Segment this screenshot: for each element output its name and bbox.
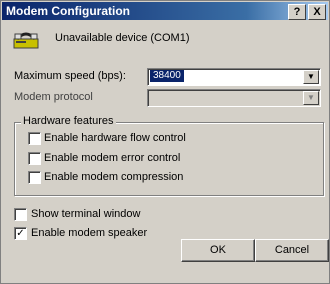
window-title: Modem Configuration <box>6 4 130 18</box>
close-button[interactable]: X <box>308 4 326 20</box>
modem-protocol-label: Modem protocol <box>14 91 93 103</box>
show-terminal-window-label: Show terminal window <box>31 208 141 220</box>
modem-protocol-select[interactable]: ▼ <box>147 89 321 107</box>
max-speed-value: 38400 <box>150 70 184 82</box>
max-speed-select[interactable]: 38400 ▼ <box>147 68 321 86</box>
chevron-down-icon[interactable]: ▼ <box>303 70 319 84</box>
modem-error-control-label: Enable modem error control <box>44 152 181 164</box>
ok-button[interactable]: OK <box>181 239 255 262</box>
help-button[interactable]: ? <box>288 4 306 20</box>
modem-compression-checkbox[interactable] <box>28 171 41 184</box>
chevron-down-icon[interactable]: ▼ <box>303 91 319 105</box>
hardware-features-title: Hardware features <box>21 115 116 127</box>
enable-modem-speaker-label: Enable modem speaker <box>31 227 148 239</box>
cancel-button[interactable]: Cancel <box>255 239 329 262</box>
device-name: Unavailable device (COM1) <box>55 32 190 44</box>
enable-modem-speaker-checkbox[interactable]: ✓ <box>14 227 27 240</box>
hardware-flow-control-checkbox[interactable] <box>28 132 41 145</box>
max-speed-label: Maximum speed (bps): <box>14 70 126 82</box>
hardware-flow-control-label: Enable hardware flow control <box>44 132 186 144</box>
show-terminal-window-checkbox[interactable] <box>14 208 27 221</box>
modem-icon <box>13 32 39 49</box>
modem-compression-label: Enable modem compression <box>44 171 184 183</box>
title-bar[interactable]: Modem Configuration ? X <box>2 2 328 20</box>
modem-configuration-dialog: Modem Configuration ? X Unavailable devi… <box>0 0 330 284</box>
modem-error-control-checkbox[interactable] <box>28 152 41 165</box>
